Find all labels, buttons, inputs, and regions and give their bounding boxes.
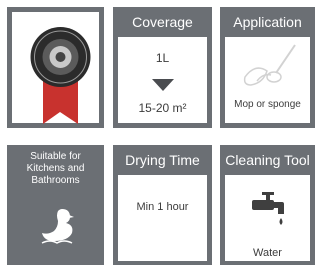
badge-tile: [7, 7, 104, 128]
drying-value: Min 1 hour: [136, 201, 189, 213]
coverage-title: Coverage: [132, 14, 193, 30]
application-tile: Application Mop or sponge: [220, 7, 315, 128]
suitable-line-1: Suitable for: [30, 151, 81, 162]
cleaning-panel: Water: [225, 175, 310, 261]
drying-panel: Min 1 hour: [118, 175, 207, 261]
suitable-line-2: Kitchens and: [26, 163, 85, 174]
suitable-line-3: Bathrooms: [31, 175, 80, 186]
drying-tile: Drying Time Min 1 hour: [113, 145, 212, 265]
suitable-tile: Suitable for Kitchens and Bathrooms: [7, 145, 104, 265]
application-method: Mop or sponge: [234, 99, 301, 110]
arrow-down-icon: [151, 79, 174, 91]
coverage-area: 15-20 m²: [138, 101, 187, 115]
mop-sponge-icon: [243, 44, 296, 86]
cleaning-title: Cleaning Tool: [225, 152, 310, 168]
tap-icon: [252, 192, 284, 225]
award-seal-icon: [30, 27, 91, 124]
badge-panel: [12, 12, 99, 124]
coverage-panel: 1L 15-20 m²: [118, 37, 207, 123]
application-title: Application: [233, 14, 302, 30]
cleaning-tile: Cleaning Tool Water: [220, 145, 315, 265]
duck-icon: [41, 209, 74, 244]
coverage-volume: 1L: [155, 51, 170, 65]
drying-title: Drying Time: [125, 152, 200, 168]
coverage-tile: Coverage 1L 15-20 m²: [113, 7, 212, 128]
application-panel: Mop or sponge: [225, 37, 310, 123]
suitable-text: Suitable for Kitchens and Bathrooms: [7, 151, 104, 187]
cleaning-value: Water: [253, 247, 282, 259]
